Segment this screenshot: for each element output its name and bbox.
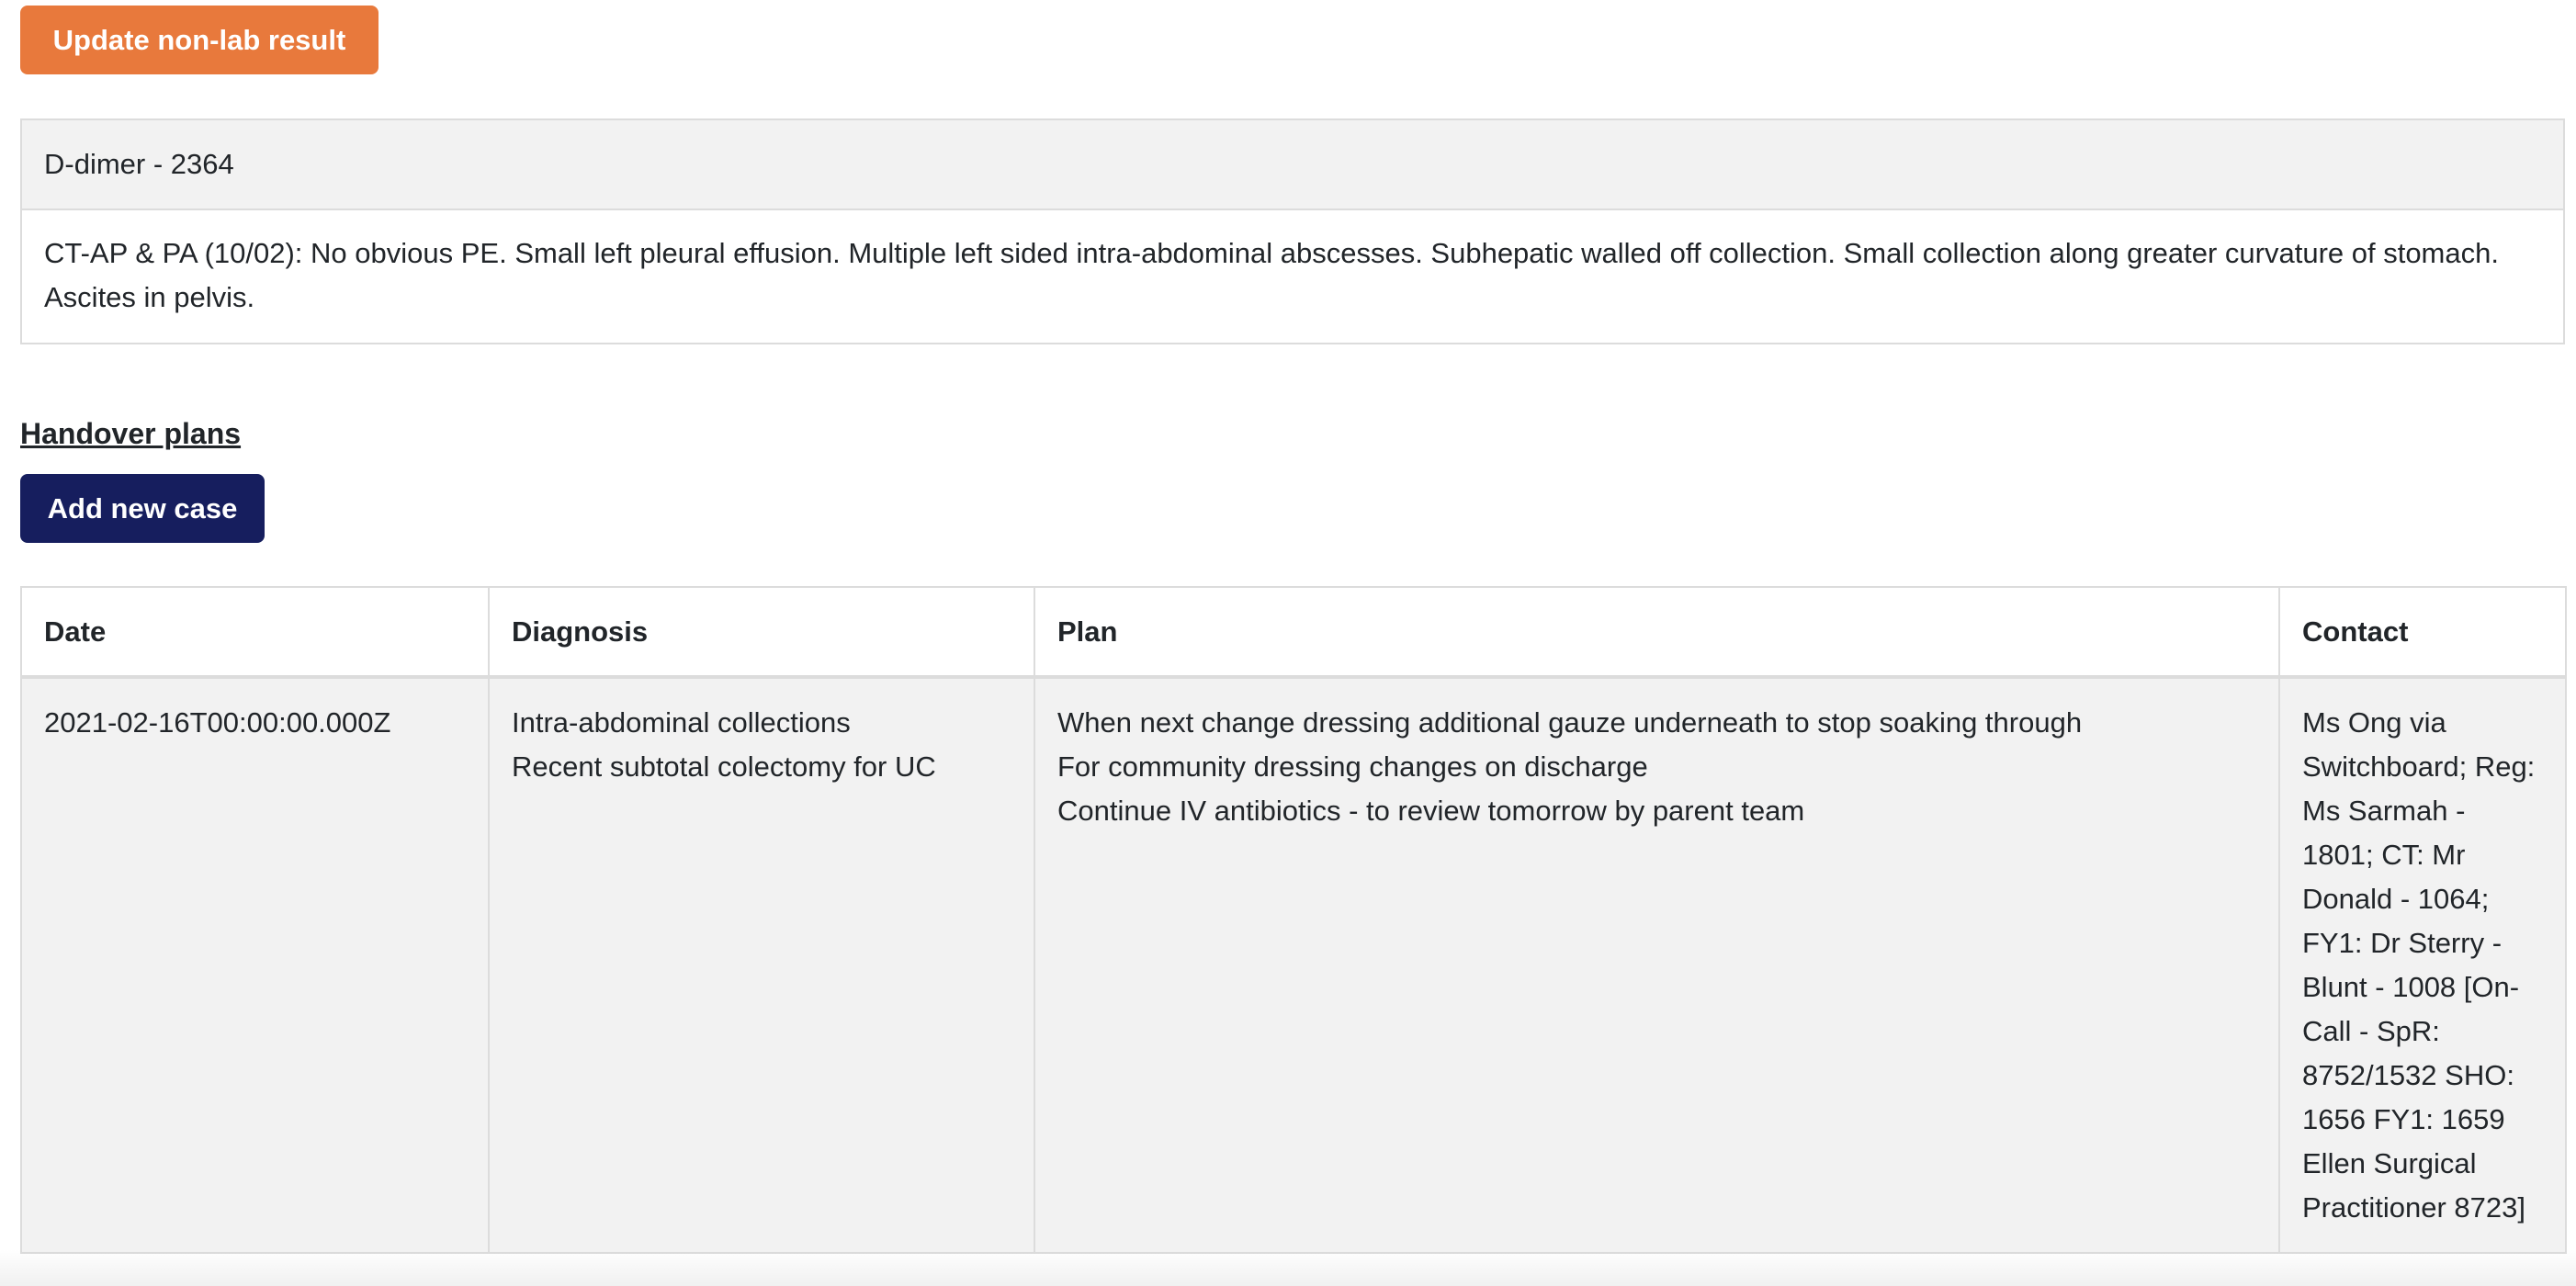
result-row: D-dimer - 2364 [22, 120, 2563, 210]
handover-plans-title: Handover plans [20, 417, 242, 450]
update-non-lab-result-button[interactable]: Update non-lab result [20, 6, 378, 74]
table-header-row: Date Diagnosis Plan Contact [20, 586, 2567, 679]
page: Update non-lab result D-dimer - 2364 CT-… [0, 0, 2576, 1286]
bottom-shadow [0, 1249, 2576, 1286]
add-new-case-button[interactable]: Add new case [20, 474, 265, 543]
contact-cell: Ms Ong via Switchboard; Reg: Ms Sarmah -… [2278, 676, 2567, 1254]
date-cell: 2021-02-16T00:00:00.000Z [20, 676, 490, 1254]
diagnosis-line: Recent subtotal colectomy for UC [512, 750, 936, 783]
plan-line: When next change dressing additional gau… [1057, 706, 2083, 739]
non-lab-results-list: D-dimer - 2364 CT-AP & PA (10/02): No ob… [20, 118, 2565, 344]
column-header-contact: Contact [2278, 586, 2567, 679]
plan-cell: When next change dressing additional gau… [1034, 676, 2280, 1254]
plan-line: Continue IV antibiotics - to review tomo… [1057, 795, 1805, 827]
diagnosis-cell: Intra-abdominal collections Recent subto… [488, 676, 1035, 1254]
result-text: D-dimer - 2364 [44, 148, 234, 180]
plan-line: For community dressing changes on discha… [1057, 750, 1648, 783]
column-header-plan: Plan [1034, 586, 2280, 679]
result-row: CT-AP & PA (10/02): No obvious PE. Small… [22, 210, 2563, 343]
table-row[interactable]: 2021-02-16T00:00:00.000Z Intra-abdominal… [20, 676, 2567, 1254]
result-text: CT-AP & PA (10/02): No obvious PE. Small… [44, 237, 2499, 313]
date-value: 2021-02-16T00:00:00.000Z [44, 706, 391, 739]
column-header-date: Date [20, 586, 490, 679]
column-header-diagnosis: Diagnosis [488, 586, 1035, 679]
diagnosis-line: Intra-abdominal collections [512, 706, 851, 739]
handover-table: Date Diagnosis Plan Contact 2021-02-16T0… [20, 586, 2567, 1254]
contact-value: Ms Ong via Switchboard; Reg: Ms Sarmah -… [2302, 706, 2536, 1224]
